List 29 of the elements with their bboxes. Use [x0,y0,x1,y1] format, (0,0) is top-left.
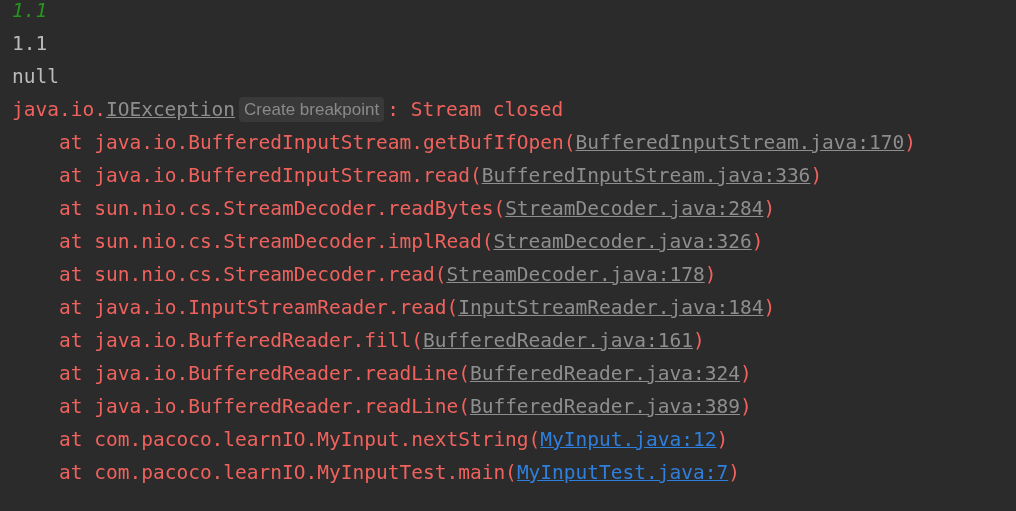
source-link[interactable]: BufferedReader.java:389 [469,395,740,418]
stack-frame-line: at java.io.BufferedInputStream.getBufIfOpen(BufferedInputStream.java:170) [59,130,917,156]
create-breakpoint-hint[interactable]: Create breakpoint [239,97,385,122]
source-link[interactable]: StreamDecoder.java:326 [493,230,752,253]
source-link[interactable]: StreamDecoder.java:178 [446,263,705,286]
stack-frame-line: at java.io.InputStreamReader.read(InputStreamReader.java:184) [59,295,776,321]
console-output-text: null [12,64,59,90]
source-link[interactable]: BufferedInputStream.java:336 [481,164,811,187]
console-input-text: 1.1 [12,0,48,24]
stack-frame-line: at com.pacoco.learnIO.MyInputTest.main(MyInputTest.java:7) [59,460,740,486]
source-link[interactable]: BufferedReader.java:324 [469,362,740,385]
stack-frame-line: at sun.nio.cs.StreamDecoder.read(StreamDecoder.java:178) [59,262,717,288]
stack-frame-line: at java.io.BufferedReader.fill(BufferedReader.java:161) [59,328,705,354]
exception-class-link[interactable]: IOException [105,93,236,126]
source-link[interactable]: BufferedReader.java:161 [422,329,693,352]
source-link[interactable]: StreamDecoder.java:284 [505,197,764,220]
stack-frame-line: at java.io.BufferedReader.readLine(BufferedReader.java:324) [59,361,752,387]
source-link[interactable]: InputStreamReader.java:184 [458,296,764,319]
source-link[interactable]: MyInputTest.java:7 [516,461,729,484]
exception-package: java.io. [12,97,106,123]
stack-frame-line: at java.io.BufferedReader.readLine(BufferedReader.java:389) [59,394,752,420]
source-link[interactable]: BufferedInputStream.java:170 [575,131,905,154]
exception-message: : Stream closed [387,97,564,123]
stack-frame-line: at sun.nio.cs.StreamDecoder.implRead(StreamDecoder.java:326) [59,229,764,255]
console-output-text: 1.1 [12,31,48,57]
stack-frame-line: at java.io.BufferedInputStream.read(BufferedInputStream.java:336) [59,163,823,189]
stack-frame-line: at com.pacoco.learnIO.MyInput.nextString(MyInput.java:12) [59,427,729,453]
stack-frame-line: at sun.nio.cs.StreamDecoder.readBytes(StreamDecoder.java:284) [59,196,776,222]
source-link[interactable]: MyInput.java:12 [540,428,717,451]
